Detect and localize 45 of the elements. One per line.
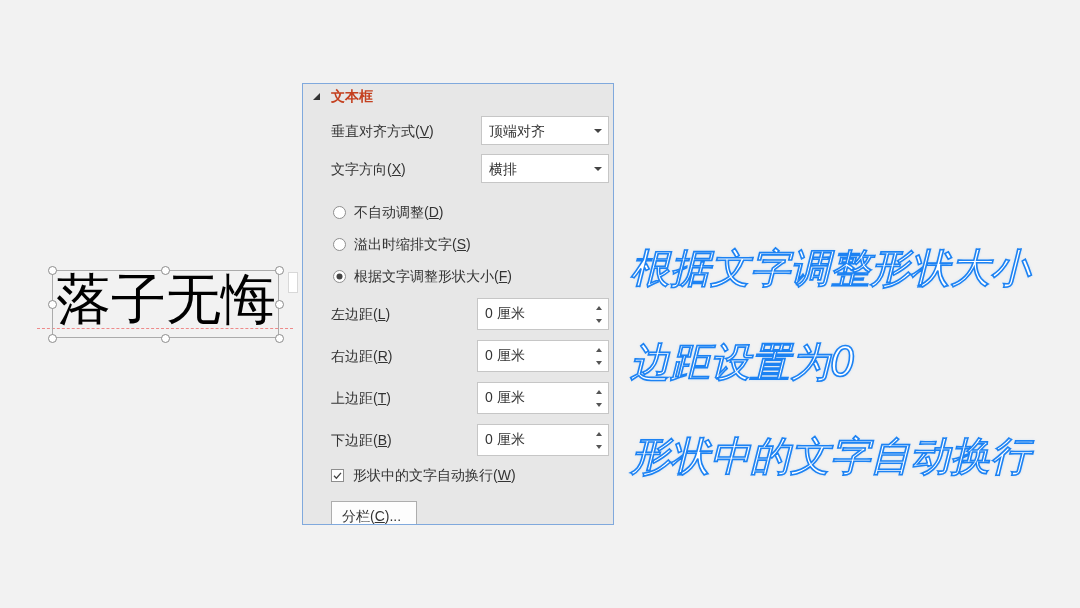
- resize-handle[interactable]: [47, 299, 57, 309]
- down-arrow-icon[interactable]: [596, 403, 602, 407]
- up-arrow-icon[interactable]: [596, 432, 602, 436]
- field-label: 左边距(L): [331, 306, 392, 322]
- up-arrow-icon[interactable]: [596, 306, 602, 310]
- radio-icon[interactable]: [333, 237, 346, 251]
- field-label: 文字方向(X): [331, 160, 407, 177]
- caret-icon[interactable]: [594, 166, 602, 171]
- up-arrow-icon[interactable]: [596, 348, 602, 352]
- section-title[interactable]: 文本框: [331, 88, 373, 104]
- radio-icon[interactable]: [333, 205, 346, 219]
- field-label: 右边距(R): [331, 348, 394, 364]
- textbox-text: 落子无悔: [55, 273, 276, 325]
- caption-text: 形状中的文字自动换行: [630, 432, 1038, 480]
- down-arrow-icon[interactable]: [596, 361, 602, 365]
- radio-option[interactable]: 溢出时缩排文字(S): [333, 236, 471, 252]
- triangle-icon[interactable]: [313, 92, 320, 100]
- resize-handle[interactable]: [274, 265, 284, 275]
- dropdown[interactable]: 横排: [481, 154, 609, 183]
- radio-option[interactable]: 根据文字调整形状大小(F): [333, 268, 512, 284]
- up-arrow-icon[interactable]: [596, 390, 602, 394]
- checkbox-option[interactable]: 形状中的文字自动换行(W): [331, 467, 516, 483]
- down-arrow-icon[interactable]: [596, 445, 602, 449]
- spin-field[interactable]: 0 厘米: [477, 382, 609, 414]
- caret-icon[interactable]: [594, 128, 602, 133]
- spin-field[interactable]: 0 厘米: [477, 298, 609, 330]
- radio-option[interactable]: 不自动调整(D): [333, 204, 444, 220]
- spin-field[interactable]: 0 厘米: [477, 424, 609, 456]
- resize-handle[interactable]: [161, 265, 170, 275]
- resize-handle[interactable]: [47, 265, 57, 275]
- spin-field[interactable]: 0 厘米: [477, 340, 609, 372]
- resize-handle[interactable]: [274, 333, 284, 343]
- checkbox-icon[interactable]: [331, 468, 344, 482]
- caption-text: 根据文字调整形状大小: [630, 244, 1033, 292]
- columns-button[interactable]: 分栏(C)...: [331, 501, 417, 524]
- resize-handle[interactable]: [47, 333, 57, 343]
- resize-handle[interactable]: [274, 299, 284, 309]
- resize-handle[interactable]: [161, 333, 170, 343]
- field-label: 下边距(B): [331, 432, 393, 448]
- dropdown[interactable]: 顶端对齐: [481, 116, 609, 145]
- field-label: 上边距(T): [331, 390, 392, 406]
- field-label: 垂直对齐方式(V): [331, 122, 435, 139]
- down-arrow-icon[interactable]: [596, 319, 602, 323]
- caption-text: 边距设置为0: [630, 338, 857, 386]
- radio-icon[interactable]: [333, 269, 346, 283]
